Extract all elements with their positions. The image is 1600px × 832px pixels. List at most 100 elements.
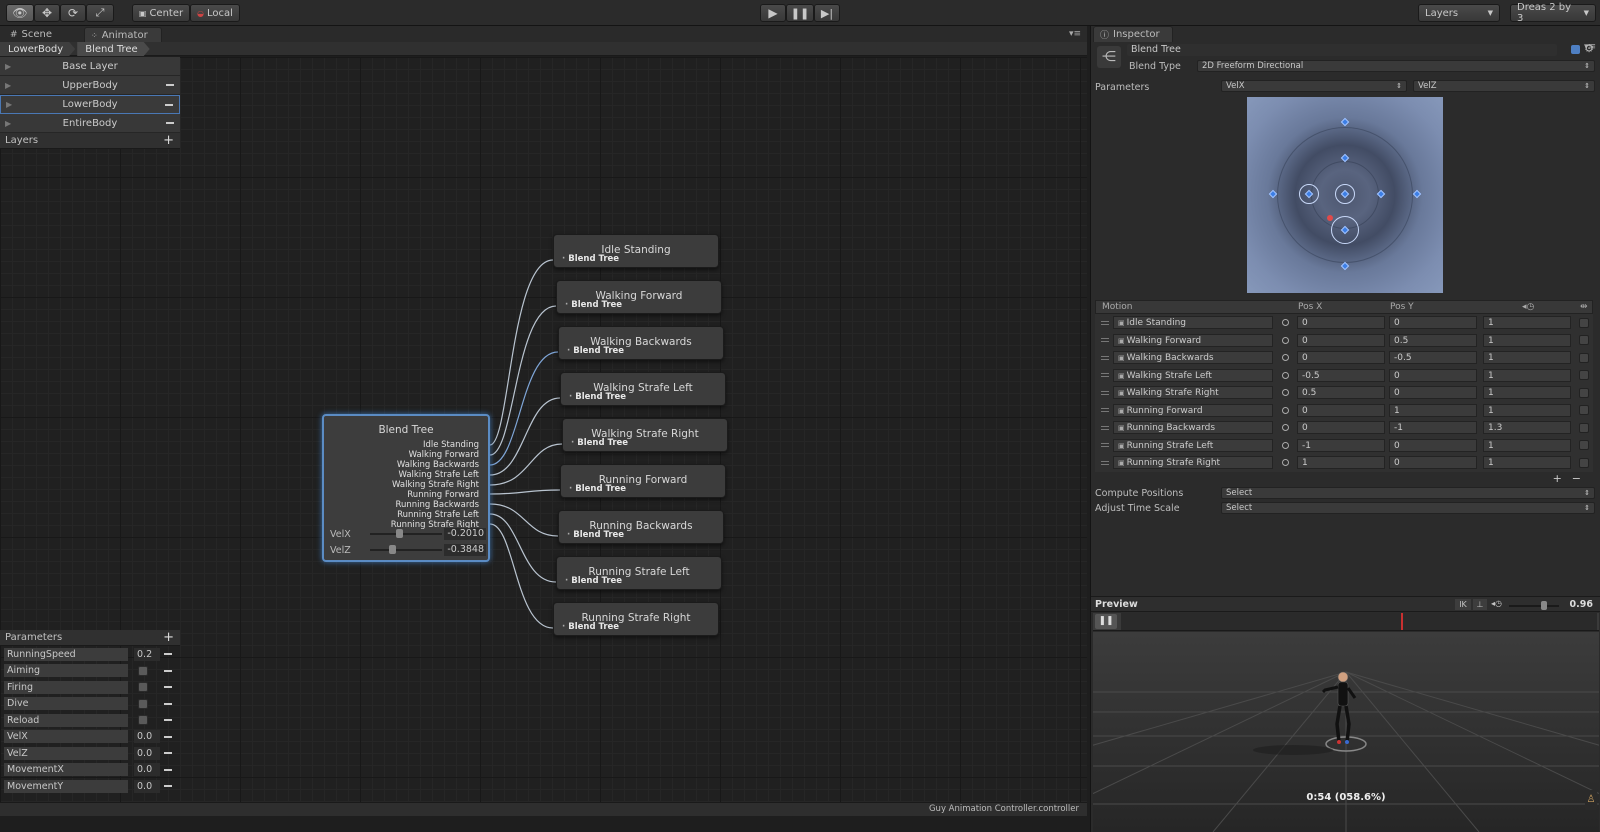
pos-y-field[interactable]: -0.5 <box>1389 351 1477 365</box>
add-parameter-icon[interactable]: + <box>163 631 174 644</box>
parameter-row-velx[interactable]: VelX 0.0 <box>0 729 180 746</box>
time-scale-field[interactable]: 1.3 <box>1483 421 1571 435</box>
remove-parameter-icon[interactable] <box>164 653 172 655</box>
motion-node-running-strafe-right[interactable]: Running Strafe Right Blend Tree <box>553 602 719 636</box>
drag-handle-icon[interactable] <box>1101 373 1109 378</box>
pos-y-field[interactable]: 0.5 <box>1389 333 1477 347</box>
parameter-row-movementy[interactable]: MovementY 0.0 <box>0 778 180 795</box>
parameter-name[interactable]: MovementX <box>4 763 128 777</box>
parameter-value[interactable]: 0.0 <box>134 746 160 760</box>
motion-field[interactable]: Running Forward <box>1113 403 1273 417</box>
parameter-name[interactable]: Firing <box>4 680 128 694</box>
drag-handle-icon[interactable] <box>1101 338 1109 343</box>
parameter-row-velz[interactable]: VelZ 0.0 <box>0 745 180 762</box>
blend-point-running-backwards[interactable] <box>1340 261 1350 271</box>
parameter-row-reload[interactable]: Reload <box>0 712 180 729</box>
mirror-checkbox[interactable] <box>1579 405 1589 416</box>
add-motion-icon[interactable]: + <box>1553 472 1562 486</box>
time-scale-field[interactable]: 1 <box>1483 403 1571 417</box>
layer-entirebody[interactable]: ▶ EntireBody <box>0 114 180 133</box>
panel-menu-icon[interactable]: ▾≡ <box>1069 29 1081 39</box>
timeline-cursor[interactable] <box>1401 613 1403 630</box>
blend-space-2d-view[interactable] <box>1247 97 1443 293</box>
table-row[interactable]: Walking Forward 0 0.5 1 <box>1095 331 1593 349</box>
pos-x-field[interactable]: 0 <box>1297 403 1385 417</box>
drag-handle-icon[interactable] <box>1101 390 1109 395</box>
parameter-name[interactable]: VelZ <box>4 746 128 760</box>
blend-point-running-forward[interactable] <box>1340 117 1350 127</box>
pos-x-field[interactable]: 0 <box>1297 333 1385 347</box>
time-scale-field[interactable]: 1 <box>1483 351 1571 365</box>
mirror-checkbox[interactable] <box>1579 317 1589 328</box>
motion-node-walking-forward[interactable]: Walking Forward Blend Tree <box>556 280 722 314</box>
remove-parameter-icon[interactable] <box>164 669 172 672</box>
parameter-name[interactable]: Dive <box>4 697 128 711</box>
motion-field[interactable]: Running Strafe Right <box>1113 456 1273 470</box>
table-row[interactable]: Idle Standing001 <box>1095 314 1593 332</box>
time-scale-field[interactable]: 1 <box>1483 368 1571 382</box>
remove-layer-icon[interactable] <box>166 84 174 86</box>
motion-field[interactable]: Idle Standing <box>1113 316 1273 330</box>
parameter-row-firing[interactable]: Firing <box>0 679 180 696</box>
tab-inspector[interactable]: ⓘ Inspector <box>1093 26 1173 42</box>
pivot-icon[interactable]: ⊥ <box>1473 599 1487 610</box>
compute-positions-dropdown[interactable]: Select ⇕ <box>1221 487 1595 499</box>
parameter-checkbox[interactable] <box>138 698 148 709</box>
remove-parameter-icon[interactable] <box>164 686 172 688</box>
tab-animator[interactable]: ⁘ Animator <box>84 27 162 42</box>
speed-slider-track[interactable] <box>1509 605 1559 607</box>
parameter-value[interactable]: 0.0 <box>134 763 160 777</box>
motion-node-running-backwards[interactable]: Running Backwards Blend Tree <box>558 510 724 544</box>
scale-tool-button[interactable]: ⤢ <box>86 4 114 22</box>
parameter-name[interactable]: RunningSpeed <box>4 647 128 661</box>
mirror-checkbox[interactable] <box>1579 352 1589 363</box>
expand-icon[interactable]: ▶ <box>5 119 11 128</box>
view-tool-button[interactable]: 👁 <box>6 4 34 22</box>
parameter-value[interactable]: 0.2 <box>134 647 160 661</box>
mirror-checkbox[interactable] <box>1579 422 1589 433</box>
timeline-track[interactable] <box>1121 613 1597 630</box>
rotate-tool-button[interactable]: ⟳ <box>60 4 86 22</box>
velx-value[interactable]: -0.2010 <box>444 528 486 540</box>
layer-lowerbody[interactable]: ▶ LowerBody <box>0 95 180 114</box>
object-name-field[interactable]: Blend Tree <box>1127 44 1557 56</box>
parameter-row-movementx[interactable]: MovementX 0.0 <box>0 762 180 779</box>
parameter-name[interactable]: Aiming <box>4 664 128 678</box>
play-button[interactable]: ▶ <box>760 4 786 22</box>
expand-icon[interactable]: ▶ <box>5 81 11 90</box>
pos-x-field[interactable]: 0 <box>1297 316 1385 330</box>
mirror-checkbox[interactable] <box>1579 387 1589 398</box>
mirror-checkbox[interactable] <box>1579 440 1589 451</box>
time-scale-field[interactable]: 1 <box>1483 456 1571 470</box>
pos-x-field[interactable]: 0 <box>1297 351 1385 365</box>
remove-parameter-icon[interactable] <box>164 702 172 705</box>
mirror-checkbox[interactable] <box>1579 457 1589 468</box>
parameter-value[interactable]: 0.0 <box>134 779 160 793</box>
gear-icon[interactable]: ⚙ <box>1584 42 1594 55</box>
remove-parameter-icon[interactable] <box>164 735 172 738</box>
expand-icon[interactable]: ▶ <box>5 62 11 71</box>
blend-tree-node[interactable]: Blend Tree Idle Standing Walking Forward… <box>322 414 490 562</box>
pos-y-field[interactable]: 0 <box>1389 386 1477 400</box>
remove-parameter-icon[interactable] <box>164 719 172 721</box>
motion-field[interactable]: Running Backwards <box>1113 421 1273 435</box>
current-blend-point-icon[interactable] <box>1327 215 1333 221</box>
pos-y-field[interactable]: 1 <box>1389 403 1477 417</box>
pivot-toggle[interactable]: ▣ Center <box>132 4 190 22</box>
pos-x-field[interactable]: 0.5 <box>1297 386 1385 400</box>
help-icon[interactable] <box>1571 45 1580 54</box>
drag-handle-icon[interactable] <box>1101 320 1109 325</box>
velx-knob[interactable] <box>395 529 403 538</box>
table-row[interactable]: Walking Backwards 0 -0.5 1 <box>1095 349 1593 367</box>
ik-toggle[interactable]: IK <box>1455 599 1471 610</box>
mirror-checkbox[interactable] <box>1579 335 1589 346</box>
pos-y-field[interactable]: 0 <box>1389 456 1477 470</box>
tab-scene[interactable]: # Scene <box>4 27 58 42</box>
parameter-value[interactable]: 0.0 <box>134 730 160 744</box>
pos-y-field[interactable]: 0 <box>1389 316 1477 330</box>
object-picker-icon[interactable] <box>1282 441 1289 449</box>
remove-parameter-icon[interactable] <box>164 752 172 754</box>
pos-x-field[interactable]: -0.5 <box>1297 368 1385 382</box>
motion-field[interactable]: Walking Forward <box>1113 333 1273 347</box>
object-picker-icon[interactable] <box>1282 371 1289 379</box>
